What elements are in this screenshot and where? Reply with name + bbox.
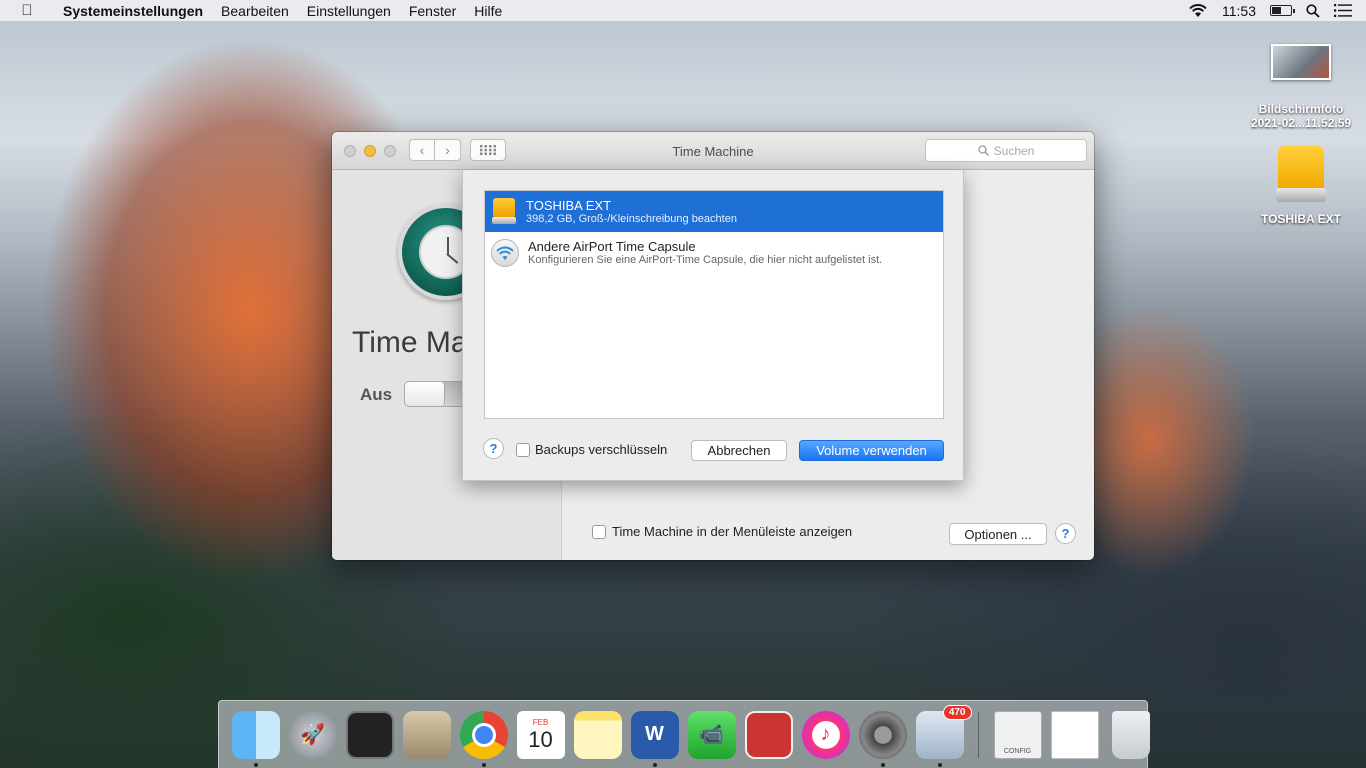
show-in-menubar-checkbox[interactable]	[592, 524, 606, 539]
use-volume-button[interactable]: Volume verwenden	[799, 440, 944, 461]
airport-icon	[491, 238, 519, 267]
spotlight-search-icon[interactable]	[1306, 3, 1320, 18]
photo-booth-icon[interactable]	[345, 710, 394, 759]
select-disk-sheet: TOSHIBA EXT 398,2 GB, Groß-/Kleinschreib…	[462, 170, 964, 481]
cancel-button[interactable]: Abbrechen	[691, 440, 787, 461]
mail-icon[interactable]: 470	[915, 704, 972, 767]
sheet-help-button[interactable]: ?	[483, 438, 504, 459]
search-input[interactable]: Suchen	[925, 139, 1087, 162]
menubar-status-area: 11:53	[1188, 3, 1366, 19]
finder-icon[interactable]	[231, 710, 280, 767]
disk-row-airport[interactable]: Andere AirPort Time Capsule Konfiguriere…	[485, 232, 943, 273]
mail-badge: 470	[942, 704, 972, 720]
menu-einstellungen[interactable]: Einstellungen	[298, 0, 400, 22]
wifi-icon[interactable]	[1188, 3, 1208, 18]
encrypt-backups-checkbox[interactable]	[516, 442, 530, 457]
screenshot-thumbnail-icon	[1271, 44, 1331, 80]
calendar-day: 10	[528, 726, 553, 752]
drive-icon	[491, 197, 517, 226]
config-label: CONFIG	[1003, 747, 1032, 755]
document-icon[interactable]	[1050, 710, 1099, 759]
disk-list: TOSHIBA EXT 398,2 GB, Groß-/Kleinschreib…	[484, 190, 944, 419]
battery-icon[interactable]	[1270, 5, 1295, 16]
menu-bearbeiten[interactable]: Bearbeiten	[212, 0, 298, 22]
menubar-clock[interactable]: 11:53	[1222, 3, 1256, 19]
menu-app-name[interactable]: Systemeinstellungen	[54, 0, 212, 22]
desktop-screenshot-name-line2: 2021-02...11.52.59	[1250, 116, 1352, 130]
disk-name: TOSHIBA EXT	[526, 197, 612, 213]
config-file-icon[interactable]: CONFIG	[993, 710, 1042, 759]
dock: 🚀 FEB 10 W 📹 ♪ 470 CONFIG	[218, 700, 1150, 768]
itunes-icon[interactable]: ♪	[801, 710, 850, 759]
facetime-icon[interactable]: 📹	[687, 710, 736, 759]
word-icon[interactable]: W	[630, 710, 679, 767]
calendar-icon[interactable]: FEB 10	[516, 710, 565, 759]
window-titlebar[interactable]: ‹ › Time Machine Suchen	[332, 132, 1094, 170]
desktop-screenshot-name-line1: Bildschirmfoto	[1258, 102, 1344, 116]
show-in-menubar-row: Time Machine in der Menüleiste anzeigen	[592, 524, 852, 539]
options-button[interactable]: Optionen ...	[949, 523, 1047, 545]
calculator-icon[interactable]	[402, 710, 451, 759]
menu-hilfe[interactable]: Hilfe	[465, 0, 511, 22]
notification-center-icon[interactable]	[1334, 4, 1352, 17]
desktop-drive-name: TOSHIBA EXT	[1260, 212, 1341, 226]
chrome-icon[interactable]	[459, 710, 508, 767]
system-preferences-icon[interactable]	[858, 710, 907, 767]
encrypt-backups-row: Backups verschlüsseln	[516, 442, 667, 457]
show-in-menubar-label[interactable]: Time Machine in der Menüleiste anzeigen	[612, 524, 852, 539]
switch-off-label: Aus	[360, 385, 393, 404]
search-icon	[977, 145, 989, 156]
menubar:  Systemeinstellungen Bearbeiten Einstel…	[0, 0, 1366, 22]
disk-name: Andere AirPort Time Capsule	[528, 238, 696, 254]
menu-fenster[interactable]: Fenster	[400, 0, 465, 22]
photos-icon[interactable]	[744, 710, 793, 759]
search-placeholder: Suchen	[993, 143, 1035, 158]
disk-row-toshiba[interactable]: TOSHIBA EXT 398,2 GB, Groß-/Kleinschreib…	[485, 191, 943, 232]
word-letter: W	[645, 723, 664, 745]
calendar-month: FEB	[532, 717, 549, 727]
disk-description: 398,2 GB, Groß-/Kleinschreibung beachten	[526, 212, 737, 225]
notes-icon[interactable]	[573, 710, 622, 759]
encrypt-backups-label[interactable]: Backups verschlüsseln	[535, 442, 667, 457]
external-drive-icon	[1274, 146, 1328, 204]
desktop-drive-toshiba[interactable]: TOSHIBA EXT	[1245, 146, 1357, 226]
apple-menu-icon[interactable]: 	[0, 2, 54, 19]
trash-icon[interactable]	[1112, 710, 1150, 759]
launchpad-icon[interactable]: 🚀	[288, 710, 337, 759]
help-button[interactable]: ?	[1055, 523, 1076, 544]
disk-description: Konfigurieren Sie eine AirPort-Time Caps…	[528, 253, 883, 266]
desktop-screenshot-file[interactable]: Bildschirmfoto 2021-02...11.52.59	[1240, 44, 1362, 130]
dock-separator	[978, 711, 979, 758]
